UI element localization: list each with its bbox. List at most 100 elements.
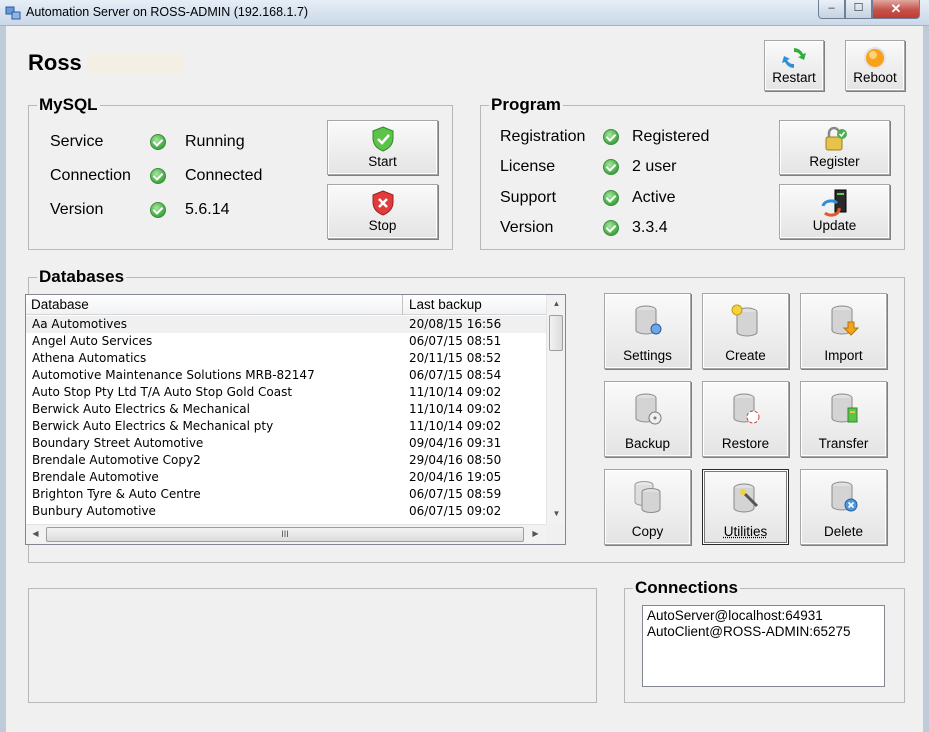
mysql-group: MySQL Service Running Connection Connect… — [28, 95, 453, 250]
info-label: Registration — [500, 128, 586, 145]
connections-list[interactable]: AutoServer@localhost:64931 AutoClient@RO… — [642, 605, 885, 687]
list-item[interactable]: Athena Automatics 20/11/15 08:52 — [26, 350, 546, 367]
scroll-left-arrow-icon[interactable]: ◀ — [26, 529, 45, 538]
connection-item[interactable]: AutoClient@ROSS-ADMIN:65275 — [647, 624, 880, 640]
db-backup-icon — [635, 393, 661, 425]
update-label: Update — [812, 218, 857, 233]
list-item[interactable]: Boundary Street Automotive 09/04/16 09:31 — [26, 435, 546, 452]
info-value: 3.3.4 — [632, 219, 668, 236]
column-header-last-backup[interactable]: Last backup — [404, 295, 546, 315]
info-label: Version — [500, 219, 554, 236]
info-value: 2 user — [632, 158, 677, 175]
reboot-label: Reboot — [853, 70, 897, 85]
database-name: Athena Automatics — [32, 351, 147, 365]
import-button[interactable]: Import — [800, 293, 887, 369]
database-list[interactable]: Database Last backup Aa Automotives 20/08… — [25, 294, 566, 545]
list-item[interactable]: Brighton Tyre & Auto Centre 06/07/15 08:5… — [26, 486, 546, 503]
last-backup: 06/07/15 08:51 — [409, 334, 502, 348]
db-import-icon — [831, 305, 859, 336]
import-label: Import — [824, 348, 863, 363]
info-value: Active — [632, 189, 676, 206]
list-item[interactable]: Berwick Auto Electrics & Mechanical 11/10… — [26, 401, 546, 418]
start-button[interactable]: Start — [327, 120, 438, 175]
stop-button[interactable]: Stop — [327, 184, 438, 239]
vertical-scrollbar[interactable]: ▲ ▼ — [546, 295, 565, 524]
register-button[interactable]: Register — [779, 120, 890, 175]
list-item[interactable]: Bunbury Automotive 06/07/15 09:02 — [26, 503, 546, 520]
info-label: Service — [50, 133, 104, 150]
check-icon — [603, 220, 619, 236]
update-button[interactable]: Update — [779, 184, 890, 239]
backup-button[interactable]: Backup — [604, 381, 691, 457]
program-registration-row: Registration Registered — [500, 126, 760, 148]
restore-button[interactable]: Restore — [702, 381, 789, 457]
column-header-database[interactable]: Database — [26, 295, 403, 315]
reboot-icon — [864, 47, 886, 69]
database-name: Angel Auto Services — [32, 334, 153, 348]
scroll-up-arrow-icon[interactable]: ▲ — [547, 299, 566, 308]
copy-button[interactable]: Copy — [604, 469, 691, 545]
check-icon — [603, 159, 619, 175]
main-window: Ross Restart Reboot MySQL Service Runnin… — [6, 26, 923, 732]
list-item[interactable]: Aa Automotives 20/08/15 16:56 — [26, 316, 546, 333]
program-support-row: Support Active — [500, 187, 760, 209]
vertical-scroll-thumb[interactable] — [549, 315, 563, 351]
list-item[interactable]: Angel Auto Services 06/07/15 08:51 — [26, 333, 546, 350]
utilities-label: Utilities — [723, 524, 768, 539]
check-icon — [150, 168, 166, 184]
padlock-check-icon — [825, 126, 847, 151]
scroll-right-arrow-icon[interactable]: ▶ — [526, 529, 545, 538]
settings-button[interactable]: Settings — [604, 293, 691, 369]
minimize-button[interactable]: – — [818, 0, 845, 19]
shield-check-icon — [372, 126, 393, 152]
database-name: Brendale Automotive — [32, 470, 159, 484]
utilities-button[interactable]: Utilities — [702, 469, 789, 545]
connection-item[interactable]: AutoServer@localhost:64931 — [647, 608, 880, 624]
restart-button[interactable]: Restart — [764, 40, 824, 91]
title-bar: Automation Server on ROSS-ADMIN (192.168… — [0, 0, 929, 26]
horizontal-scrollbar[interactable]: ◀ III ▶ — [26, 524, 546, 544]
last-backup: 06/07/15 08:54 — [409, 368, 502, 382]
list-item[interactable]: Brendale Automotive Copy2 29/04/16 08:50 — [26, 452, 546, 469]
list-item[interactable]: Auto Stop Pty Ltd T/A Auto Stop Gold Coa… — [26, 384, 546, 401]
update-icon — [821, 189, 846, 217]
delete-button[interactable]: Delete — [800, 469, 887, 545]
horizontal-scroll-thumb[interactable]: III — [46, 527, 524, 542]
last-backup: 11/10/14 09:02 — [409, 385, 502, 399]
database-name: Brendale Automotive Copy2 — [32, 453, 201, 467]
create-button[interactable]: Create — [702, 293, 789, 369]
create-label: Create — [725, 348, 766, 363]
reboot-button[interactable]: Reboot — [845, 40, 905, 91]
scroll-down-arrow-icon[interactable]: ▼ — [547, 509, 566, 518]
last-backup: 09/04/16 09:31 — [409, 436, 502, 450]
db-utilities-icon — [733, 483, 758, 513]
database-name: Berwick Auto Electrics & Mechanical — [32, 402, 250, 416]
db-settings-icon — [635, 305, 661, 335]
transfer-button[interactable]: Transfer — [800, 381, 887, 457]
stop-label: Stop — [368, 218, 397, 233]
mysql-group-title: MySQL — [37, 95, 100, 115]
list-item[interactable]: Automotive Maintenance Solutions MRB-821… — [26, 367, 546, 384]
db-copy-icon — [634, 481, 660, 513]
register-label: Register — [809, 154, 860, 169]
app-icon — [5, 6, 21, 20]
check-icon — [603, 129, 619, 145]
mysql-connection-row: Connection Connected — [50, 165, 310, 187]
info-label: Version — [50, 201, 104, 218]
close-button[interactable]: ✕ — [872, 0, 920, 19]
list-rows: Aa Automotives 20/08/15 16:56 Angel Auto … — [26, 316, 546, 523]
maximize-button[interactable]: ☐ — [845, 0, 872, 19]
last-backup: 20/04/16 19:05 — [409, 470, 502, 484]
list-item[interactable]: Brendale Automotive 20/04/16 19:05 — [26, 469, 546, 486]
mysql-version-row: Version 5.6.14 — [50, 199, 310, 221]
list-item[interactable]: Berwick Auto Electrics & Mechanical pty 1… — [26, 418, 546, 435]
restart-icon — [782, 48, 806, 68]
db-create-icon — [731, 304, 757, 337]
program-group-title: Program — [489, 95, 563, 115]
start-label: Start — [368, 154, 397, 169]
program-group: Program Registration Registered License … — [480, 95, 905, 250]
database-name: Automotive Maintenance Solutions MRB-821… — [32, 368, 315, 382]
database-name: Aa Automotives — [32, 317, 128, 331]
restore-label: Restore — [721, 436, 770, 451]
list-header: Database Last backup — [26, 295, 546, 315]
